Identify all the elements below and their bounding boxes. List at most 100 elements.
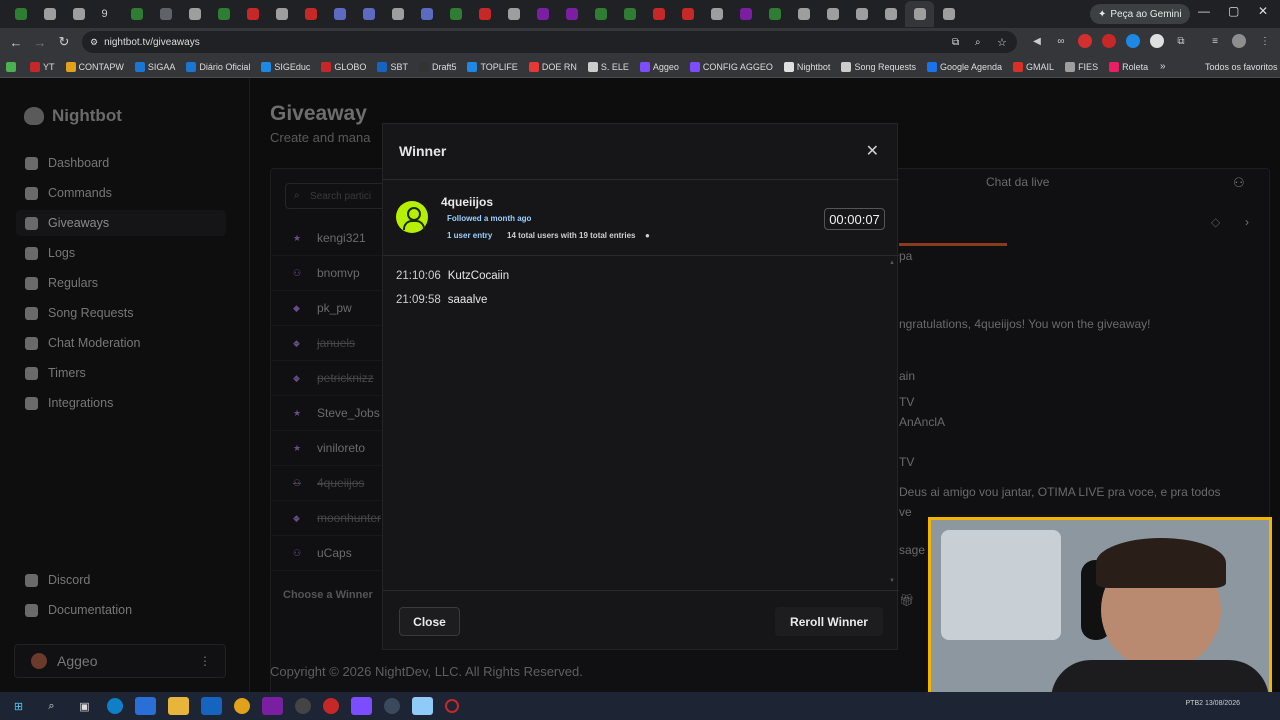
entrant-row[interactable]: ◆ pk_pw xyxy=(271,291,383,326)
browser-tab[interactable] xyxy=(702,1,731,27)
bookmark-item[interactable]: Google Agenda xyxy=(926,61,1002,72)
bookmark-item[interactable]: CONTAPW xyxy=(65,61,124,72)
profile-avatar[interactable] xyxy=(1232,34,1246,48)
bookmark-item[interactable]: Diário Oficial xyxy=(186,61,250,72)
browser-tab[interactable] xyxy=(412,1,441,27)
browser-tab[interactable] xyxy=(934,1,963,27)
opera-icon[interactable] xyxy=(445,699,459,713)
browser-tab[interactable] xyxy=(470,1,499,27)
tab-search-icon[interactable]: ≡ xyxy=(1208,34,1222,48)
minimize-window-icon[interactable]: — xyxy=(1198,4,1210,18)
close-icon[interactable]: ✕ xyxy=(866,141,879,161)
bookmark-item[interactable]: SBT xyxy=(377,61,408,72)
extension-red-icon[interactable] xyxy=(1078,34,1092,48)
bookmark-star-icon[interactable]: ☆ xyxy=(997,36,1007,49)
zoom-icon[interactable]: ⌕ xyxy=(975,37,981,48)
sidebar-item-regulars[interactable]: Regulars xyxy=(16,270,226,296)
bookmark-item[interactable]: FIES xyxy=(1065,61,1098,72)
bookmark-item[interactable]: S. ELE xyxy=(587,61,629,72)
browser-tab[interactable] xyxy=(296,1,325,27)
store-icon[interactable] xyxy=(135,697,156,715)
browser-tab[interactable] xyxy=(673,1,702,27)
browser-tab[interactable] xyxy=(122,1,151,27)
bookmark-item[interactable]: DOE RN xyxy=(528,61,577,72)
browser-tab[interactable] xyxy=(383,1,412,27)
gift-icon[interactable]: 🎁︎ xyxy=(899,593,914,607)
entrant-row[interactable]: ⚇ 4queiijos xyxy=(271,466,383,501)
bookmark-item[interactable]: Roleta xyxy=(1109,61,1148,72)
entrant-row[interactable]: ★ viniloreto xyxy=(271,431,383,466)
entrant-row[interactable]: ⚇ uCaps xyxy=(271,536,383,571)
browser-tab[interactable] xyxy=(180,1,209,27)
onenote-icon[interactable] xyxy=(262,697,283,715)
entrant-row[interactable]: ◆ januels xyxy=(271,326,383,361)
entrant-row[interactable]: ★ Steve_Jobs xyxy=(271,396,383,431)
browser-tab[interactable] xyxy=(528,1,557,27)
extension-chat-icon[interactable] xyxy=(1150,34,1164,48)
browser-tab[interactable] xyxy=(238,1,267,27)
entrant-row[interactable]: ◆ moonhunter xyxy=(271,501,383,536)
browser-tab[interactable] xyxy=(441,1,470,27)
browser-tab[interactable] xyxy=(209,1,238,27)
sidebar-item-dashboard[interactable]: Dashboard xyxy=(16,150,226,176)
browser-tab[interactable] xyxy=(586,1,615,27)
bookmark-item[interactable]: SIGAA xyxy=(134,61,175,72)
chevron-right-icon[interactable]: › xyxy=(1245,215,1249,229)
sidebar-item-documentation[interactable]: Documentation xyxy=(16,597,226,623)
sidebar-item-song-requests[interactable]: Song Requests xyxy=(16,300,226,326)
steam-icon[interactable] xyxy=(384,698,400,714)
browser-tab[interactable] xyxy=(499,1,528,27)
extension-glasses-icon[interactable]: ∞ xyxy=(1054,34,1068,48)
app-icon[interactable] xyxy=(323,698,339,714)
sidebar-item-logs[interactable]: Logs xyxy=(16,240,226,266)
bookmark-item[interactable]: Draft5 xyxy=(418,61,456,72)
bookmark-item[interactable]: TOPLIFE xyxy=(467,61,518,72)
extension-record-icon[interactable] xyxy=(1102,34,1116,48)
browser-tab[interactable] xyxy=(818,1,847,27)
bookmark-item[interactable]: CONFIG AGGEO xyxy=(689,61,773,72)
browser-tab[interactable] xyxy=(35,1,64,27)
translate-icon[interactable]: ⧉ xyxy=(952,37,959,48)
search-icon[interactable]: ⌕ xyxy=(41,697,62,715)
bookmark-item[interactable]: Aggeo xyxy=(639,61,679,72)
browser-tab[interactable] xyxy=(64,1,93,27)
browser-tab[interactable] xyxy=(151,1,180,27)
extensions-puzzle-icon[interactable]: ⧉ xyxy=(1174,34,1188,48)
gemini-button[interactable]: ✦ Peça ao Gemini xyxy=(1090,4,1190,24)
sidebar-item-discord[interactable]: Discord xyxy=(16,567,226,593)
bookmark-item[interactable]: Song Requests xyxy=(841,61,916,72)
browser-tab[interactable] xyxy=(325,1,354,27)
scroll-down-icon[interactable]: ▼ xyxy=(889,578,895,584)
sidebar-item-timers[interactable]: Timers xyxy=(16,360,226,386)
brand[interactable]: Nightbot xyxy=(24,106,122,126)
all-bookmarks-folder[interactable]: Todos os favoritos xyxy=(1205,62,1278,72)
close-button[interactable]: Close xyxy=(399,607,460,636)
chrome-icon[interactable] xyxy=(234,698,250,714)
obs-icon[interactable] xyxy=(295,698,311,714)
sidebar-item-chat-moderation[interactable]: Chat Moderation xyxy=(16,330,226,356)
browser-tab[interactable] xyxy=(267,1,296,27)
edge-icon[interactable] xyxy=(107,698,123,714)
volume-icon[interactable]: ◀ xyxy=(1030,34,1044,48)
sidebar-item-giveaways[interactable]: Giveaways xyxy=(16,210,226,236)
forward-icon[interactable]: → xyxy=(28,35,52,50)
mail-icon[interactable] xyxy=(201,697,222,715)
calendar-icon[interactable] xyxy=(351,697,372,715)
entrant-row[interactable]: ⚇ bnomvp xyxy=(271,256,383,291)
bookmark-item[interactable]: GLOBO xyxy=(321,61,366,72)
start-icon[interactable]: ⊞ xyxy=(8,697,29,715)
task-view-icon[interactable]: ▣ xyxy=(74,697,95,715)
browser-tab[interactable] xyxy=(789,1,818,27)
sidebar-item-integrations[interactable]: Integrations xyxy=(16,390,226,416)
browser-tab[interactable] xyxy=(847,1,876,27)
browser-tab[interactable] xyxy=(760,1,789,27)
maximize-window-icon[interactable]: ▢ xyxy=(1228,4,1239,18)
browser-tab[interactable] xyxy=(6,1,35,27)
bookmark-item[interactable]: SIGEduc xyxy=(261,61,310,72)
users-settings-icon[interactable]: ⚇ xyxy=(1233,175,1245,191)
choose-winner-button[interactable]: Choose a Winner xyxy=(283,589,373,601)
browser-tab[interactable] xyxy=(644,1,673,27)
info-icon[interactable]: ● xyxy=(645,231,650,240)
browser-tab[interactable] xyxy=(905,1,934,27)
browser-tab[interactable]: 9 xyxy=(93,1,122,27)
